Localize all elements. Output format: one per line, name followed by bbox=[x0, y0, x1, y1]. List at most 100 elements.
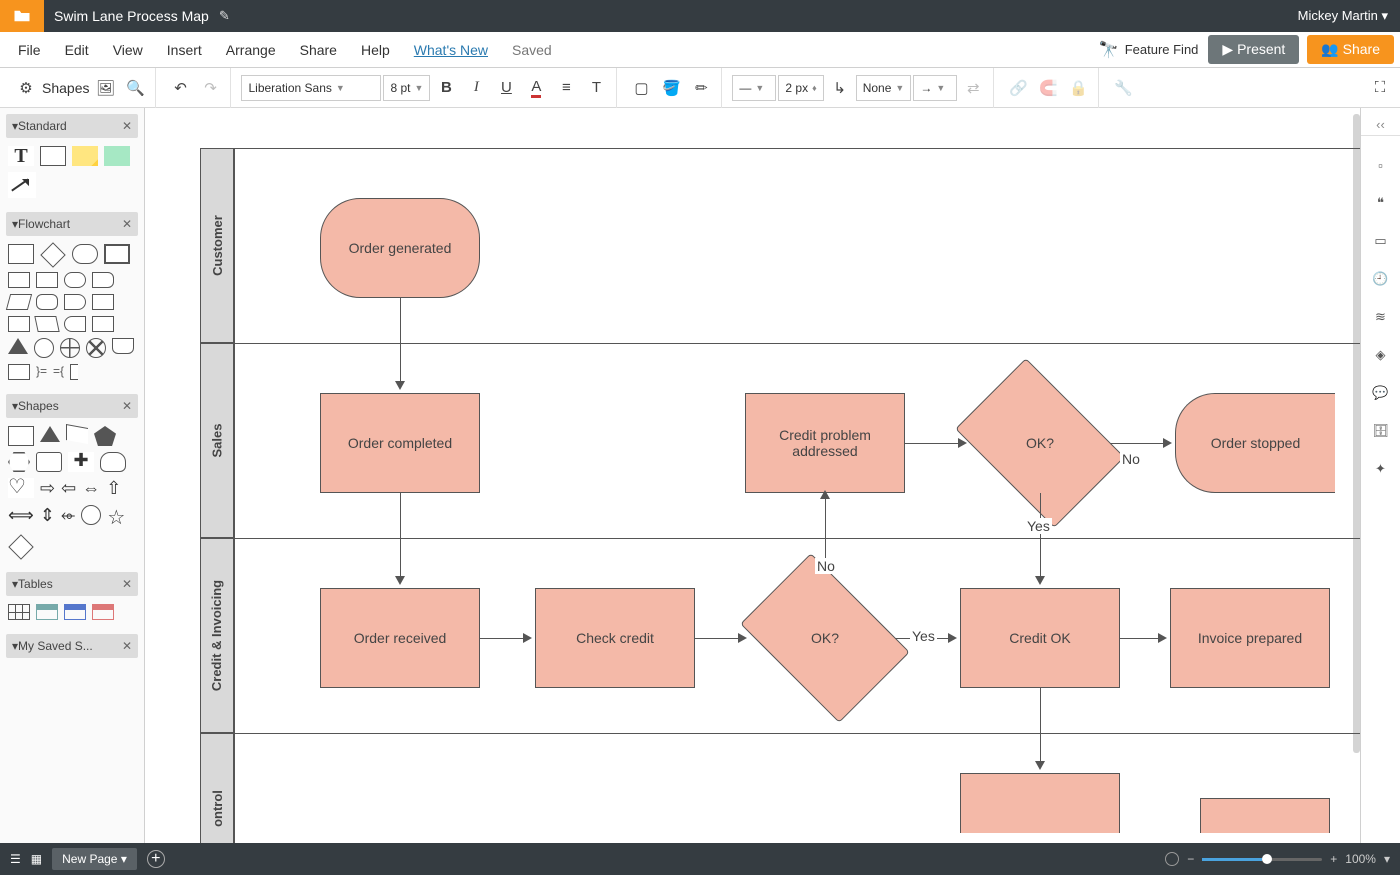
gear-icon[interactable]: ⚙ bbox=[12, 74, 40, 102]
rect-shape[interactable] bbox=[40, 146, 66, 166]
node-credit-problem[interactable]: Credit problem addressed bbox=[745, 393, 905, 493]
sh-hex[interactable] bbox=[8, 452, 30, 472]
menu-help[interactable]: Help bbox=[349, 36, 402, 64]
sh-diamond[interactable] bbox=[8, 534, 33, 559]
comments-icon[interactable]: ❝ bbox=[1371, 195, 1391, 211]
fc-sum[interactable] bbox=[60, 338, 80, 358]
lane-credit[interactable]: Credit & Invoicing bbox=[200, 538, 234, 733]
fc-shape[interactable] bbox=[64, 272, 86, 288]
menu-view[interactable]: View bbox=[101, 36, 155, 64]
fc-shape[interactable] bbox=[92, 316, 114, 332]
text-color-button[interactable]: A bbox=[522, 74, 550, 102]
font-size-select[interactable]: 8 pt▼ bbox=[383, 75, 430, 101]
node-order-stopped[interactable]: Order stopped bbox=[1175, 393, 1335, 493]
layers-icon[interactable]: ≋ bbox=[1371, 309, 1391, 325]
fc-predefined[interactable] bbox=[104, 244, 130, 264]
bold-button[interactable]: B bbox=[432, 74, 460, 102]
search-icon[interactable]: 🔍 bbox=[121, 74, 149, 102]
node-ok2[interactable]: OK? bbox=[740, 553, 910, 723]
edge[interactable] bbox=[1110, 443, 1165, 444]
lane-control[interactable]: ontrol bbox=[200, 733, 234, 843]
fc-shape[interactable] bbox=[92, 294, 114, 310]
node-below-2[interactable] bbox=[1200, 798, 1330, 833]
fullscreen-button[interactable]: ⛶ bbox=[1366, 74, 1394, 102]
line-start-select[interactable]: None ▼ bbox=[856, 75, 912, 101]
lib-standard-header[interactable]: ▾ Standard✕ bbox=[6, 114, 138, 138]
sh-rt-tri[interactable] bbox=[66, 424, 88, 444]
presentation-icon[interactable]: ▭ bbox=[1371, 233, 1391, 249]
underline-button[interactable]: U bbox=[492, 74, 520, 102]
fc-shape[interactable] bbox=[36, 294, 58, 310]
line-style-select[interactable]: — ▼ bbox=[732, 75, 776, 101]
fc-data[interactable] bbox=[6, 294, 32, 310]
list-view-icon[interactable]: ☰ bbox=[10, 852, 21, 866]
sh-arrow-ud[interactable]: ⇕ bbox=[40, 505, 55, 530]
page-tab[interactable]: New Page ▾ bbox=[52, 848, 137, 870]
magnet-icon[interactable]: 🧲 bbox=[1034, 74, 1062, 102]
sh-arrow-lr2[interactable]: ⟺ bbox=[8, 505, 34, 530]
italic-button[interactable]: I bbox=[462, 74, 490, 102]
menu-arrange[interactable]: Arrange bbox=[214, 36, 288, 64]
feature-find[interactable]: 🔭 Feature Find bbox=[1099, 40, 1199, 60]
zoom-out-button[interactable]: − bbox=[1187, 852, 1194, 866]
lane-sales[interactable]: Sales bbox=[200, 343, 234, 538]
table-shape[interactable] bbox=[92, 604, 114, 620]
lib-flowchart-header[interactable]: ▾ Flowchart✕ bbox=[6, 212, 138, 236]
fc-tri[interactable] bbox=[8, 338, 28, 354]
user-menu[interactable]: Mickey Martin ▾ bbox=[1298, 8, 1388, 24]
sh-oct[interactable] bbox=[36, 452, 62, 472]
fc-shape[interactable] bbox=[8, 316, 30, 332]
close-icon[interactable]: ✕ bbox=[122, 399, 132, 413]
edge[interactable] bbox=[480, 638, 525, 639]
sh-tri[interactable] bbox=[40, 426, 60, 442]
node-order-received[interactable]: Order received bbox=[320, 588, 480, 688]
sh-cloud[interactable] bbox=[100, 452, 126, 472]
link-icon[interactable]: 🔗 bbox=[1004, 74, 1032, 102]
edge[interactable] bbox=[400, 493, 401, 578]
fc-circle[interactable] bbox=[34, 338, 54, 358]
magic-icon[interactable]: ✦ bbox=[1371, 461, 1391, 477]
note-shape[interactable] bbox=[72, 146, 98, 166]
border-color-button[interactable]: ✏ bbox=[687, 74, 715, 102]
fc-brace[interactable]: ={ bbox=[53, 364, 64, 380]
sh-arrow-lr[interactable]: ⇔ bbox=[82, 478, 100, 499]
zoom-value[interactable]: 100% bbox=[1345, 852, 1376, 866]
sh-arrow-u[interactable]: ⇧ bbox=[106, 478, 121, 499]
close-icon[interactable]: ✕ bbox=[122, 639, 132, 653]
line-width-select[interactable]: 2 px ♦ bbox=[778, 75, 823, 101]
sh-rect[interactable] bbox=[8, 426, 34, 446]
swap-ends-button[interactable]: ⇄ bbox=[959, 74, 987, 102]
edit-title-icon[interactable]: ✎ bbox=[219, 8, 230, 24]
close-icon[interactable]: ✕ bbox=[122, 217, 132, 231]
close-icon[interactable]: ✕ bbox=[122, 119, 132, 133]
fc-shape[interactable] bbox=[64, 294, 86, 310]
add-page-button[interactable]: + bbox=[147, 850, 165, 868]
table-shape[interactable] bbox=[36, 604, 58, 620]
fc-terminator[interactable] bbox=[72, 244, 98, 264]
text-options-button[interactable]: T bbox=[582, 74, 610, 102]
edge[interactable] bbox=[1120, 638, 1160, 639]
menu-whats-new[interactable]: What's New bbox=[402, 36, 500, 64]
lane-customer[interactable]: Customer bbox=[200, 148, 234, 343]
text-shape[interactable]: T bbox=[8, 146, 34, 166]
node-order-generated[interactable]: Order generated bbox=[320, 198, 480, 298]
shapes-toggle[interactable]: Shapes bbox=[42, 80, 89, 96]
line-end-select[interactable]: → ▼ bbox=[913, 75, 957, 101]
fc-shape[interactable] bbox=[8, 272, 30, 288]
node-invoice-prepared[interactable]: Invoice prepared bbox=[1170, 588, 1330, 688]
menu-share[interactable]: Share bbox=[288, 36, 349, 64]
document-title[interactable]: Swim Lane Process Map bbox=[54, 8, 209, 24]
zoom-slider[interactable] bbox=[1202, 858, 1322, 861]
sh-heart[interactable]: ♡ bbox=[8, 478, 34, 498]
table-shape[interactable] bbox=[64, 604, 86, 620]
page-icon[interactable]: ◈ bbox=[1371, 347, 1391, 363]
data-icon[interactable]: 🗄 bbox=[1371, 423, 1391, 439]
lock-icon[interactable]: 🔒 bbox=[1064, 74, 1092, 102]
lib-saved-header[interactable]: ▾ My Saved S...✕ bbox=[6, 634, 138, 658]
node-check-credit[interactable]: Check credit bbox=[535, 588, 695, 688]
zoom-in-button[interactable]: + bbox=[1330, 852, 1337, 866]
image-icon[interactable]: 🖼 bbox=[91, 74, 119, 102]
menu-edit[interactable]: Edit bbox=[53, 36, 101, 64]
fc-shape[interactable] bbox=[36, 272, 58, 288]
fill-color-button[interactable]: 🪣 bbox=[657, 74, 685, 102]
